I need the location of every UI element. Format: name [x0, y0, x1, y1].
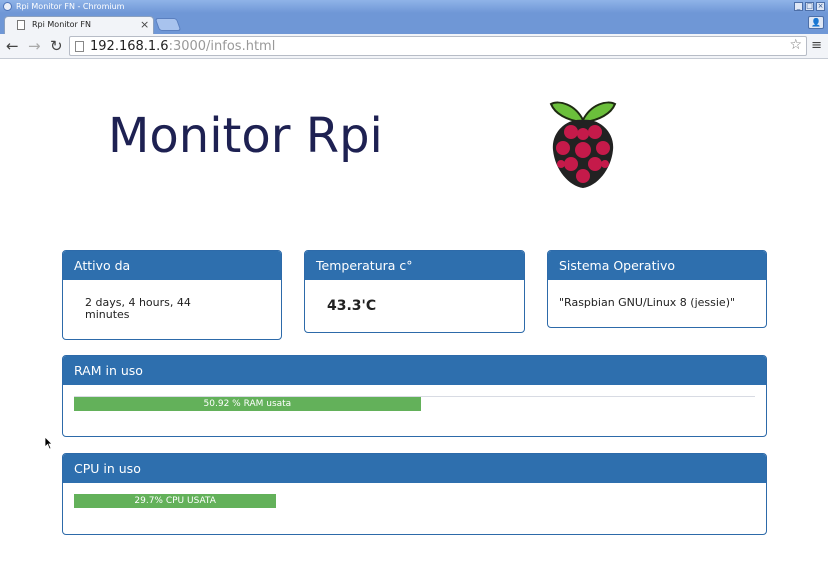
temperature-card-title: Temperatura c° [305, 251, 524, 280]
raspberry-pi-logo [549, 101, 617, 188]
cpu-panel-title: CPU in uso [63, 454, 766, 483]
url-path: :3000/infos.html [168, 39, 276, 54]
tab-title: Rpi Monitor FN [32, 20, 91, 29]
os-card-title: Sistema Operativo [548, 251, 766, 280]
temperature-card: Temperatura c° 43.3'C [304, 250, 525, 333]
address-bar[interactable]: 192.168.1.6:3000/infos.html ☆ [69, 36, 807, 56]
ram-progress: 50.92 % RAM usata [74, 396, 755, 411]
url-host: 192.168.1.6 [90, 39, 169, 54]
ram-panel: RAM in uso 50.92 % RAM usata [62, 355, 767, 437]
profile-icon[interactable]: 👤 [808, 16, 824, 29]
maximize-button[interactable]: □ [805, 2, 814, 11]
reload-icon[interactable]: ↻ [50, 37, 63, 55]
cpu-progress-bar: 29.7% CPU USATA [74, 494, 277, 508]
ram-progress-bar: 50.92 % RAM usata [74, 397, 421, 411]
tab-close-icon[interactable]: × [140, 18, 149, 31]
page-title: Monitor Rpi [108, 108, 383, 164]
uptime-card: Attivo da 2 days, 4 hours, 44 minutes [62, 250, 282, 340]
back-icon[interactable]: ← [6, 37, 19, 55]
os-card: Sistema Operativo "Raspbian GNU/Linux 8 … [547, 250, 767, 328]
url-text: 192.168.1.6:3000/infos.html [90, 39, 275, 54]
mouse-cursor-icon [44, 436, 52, 450]
os-value: "Raspbian GNU/Linux 8 (jessie)" [559, 296, 736, 309]
page-info-icon[interactable] [75, 41, 84, 52]
temperature-value: 43.3'C [327, 298, 377, 314]
cpu-panel: CPU in uso 29.7% CPU USATA [62, 453, 767, 535]
close-window-button[interactable]: × [816, 2, 825, 11]
ram-panel-body: 50.92 % RAM usata [63, 385, 766, 436]
minimize-button[interactable]: _ [794, 2, 803, 11]
menu-icon[interactable]: ≡ [811, 38, 822, 54]
tab-rpi-monitor[interactable]: Rpi Monitor FN × [4, 16, 154, 34]
bookmark-star-icon[interactable]: ☆ [789, 37, 802, 53]
page-content: Monitor Rpi Attivo da 2 days, 4 hours, 4… [0, 60, 828, 561]
browser-toolbar: ← → ↻ 192.168.1.6:3000/infos.html ☆ ≡ [0, 34, 828, 59]
tab-strip: Rpi Monitor FN × 👤 [0, 13, 828, 34]
forward-icon[interactable]: → [28, 37, 41, 55]
new-tab-button[interactable] [154, 18, 182, 31]
uptime-card-title: Attivo da [63, 251, 281, 280]
window-title: Rpi Monitor FN - Chromium [16, 2, 125, 11]
uptime-value: 2 days, 4 hours, 44 minutes [85, 296, 191, 321]
cpu-progress: 29.7% CPU USATA [74, 494, 755, 509]
cpu-panel-body: 29.7% CPU USATA [63, 483, 766, 534]
chromium-icon [3, 2, 12, 11]
ram-panel-title: RAM in uso [63, 356, 766, 385]
window-titlebar: Rpi Monitor FN - Chromium _ □ × [0, 0, 828, 13]
page-icon [17, 20, 25, 30]
